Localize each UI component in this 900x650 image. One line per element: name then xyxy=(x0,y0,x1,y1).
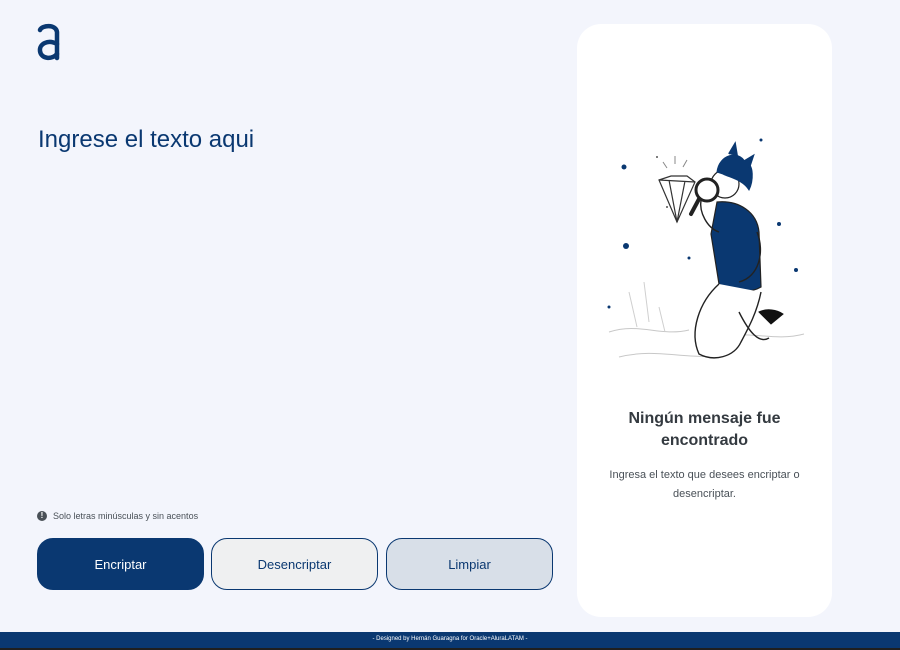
app-page: ! Solo letras minúsculas y sin acentos E… xyxy=(0,0,900,650)
alura-logo-icon xyxy=(37,23,60,61)
no-message-description: Ingresa el texto que desees encriptar o … xyxy=(609,469,800,500)
no-message-title: Ningún mensaje fue encontrado xyxy=(628,410,781,449)
footer-credit-text: - Designed by Hernán Guaragna for Oracle… xyxy=(372,636,528,642)
person-with-magnifier-illustration xyxy=(607,138,805,359)
clear-button[interactable]: Limpiar xyxy=(386,538,553,590)
decrypt-button[interactable]: Desencriptar xyxy=(211,538,378,590)
hint: ! Solo letras minúsculas y sin acentos xyxy=(37,511,198,521)
info-icon: ! xyxy=(37,511,47,521)
output-card: Ningún mensaje fue encontrado Ingresa el… xyxy=(577,24,832,617)
hint-text: Solo letras minúsculas y sin acentos xyxy=(53,511,199,521)
text-input[interactable] xyxy=(38,126,538,486)
encrypt-button[interactable]: Encriptar xyxy=(37,538,204,590)
